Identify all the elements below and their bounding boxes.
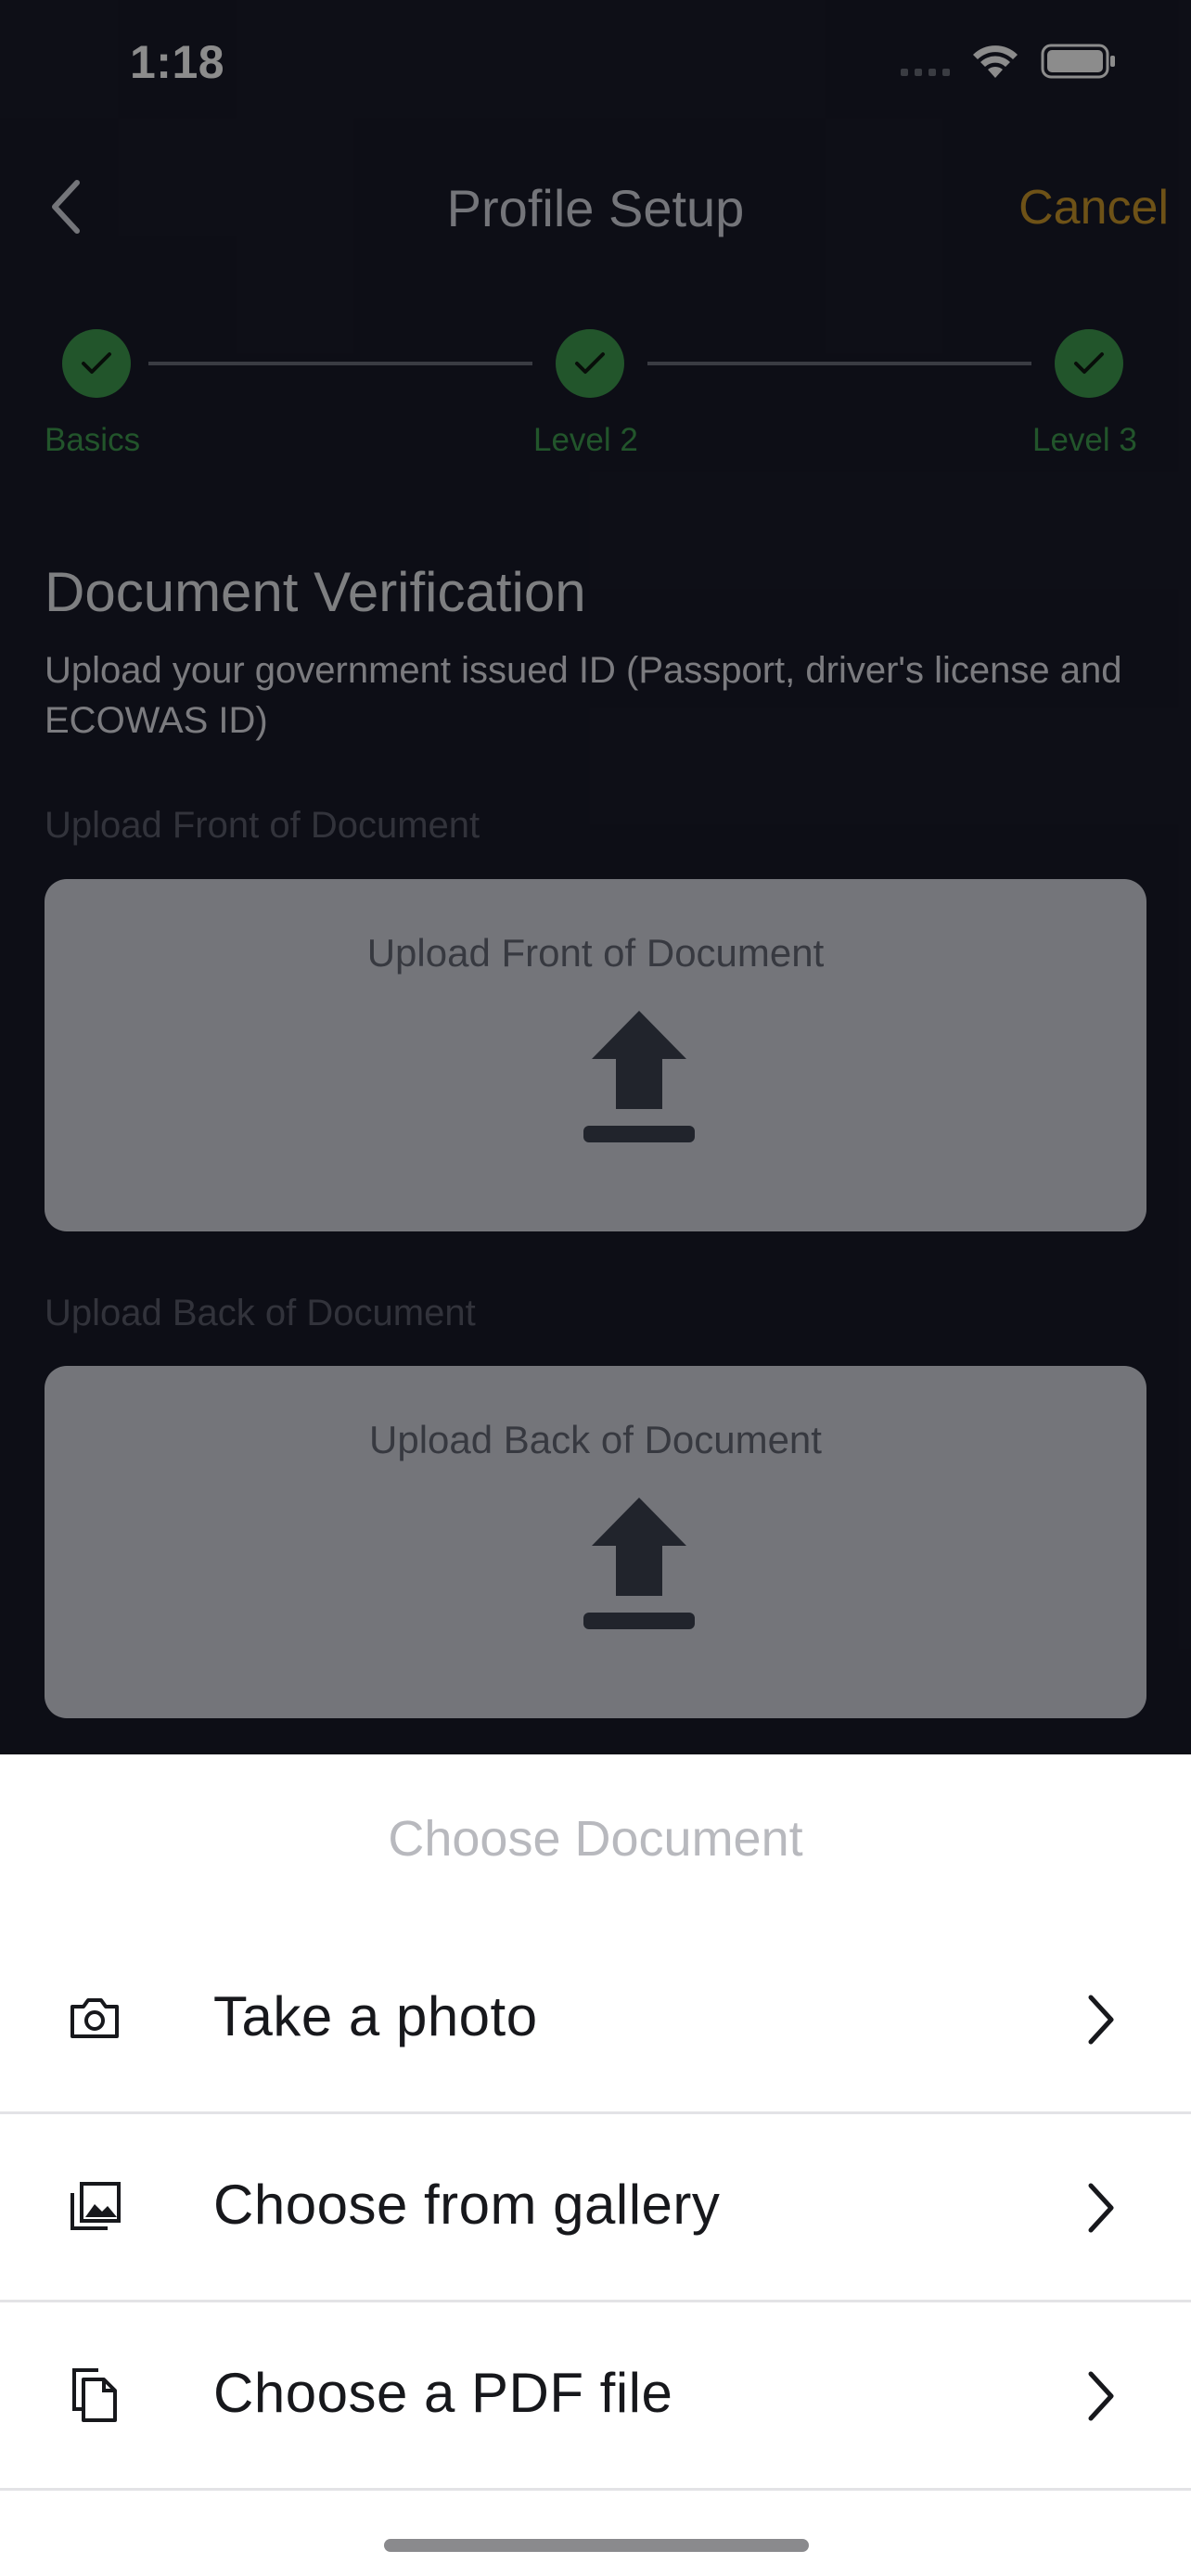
chevron-right-icon xyxy=(1088,1995,1114,2045)
choose-pdf-label: Choose a PDF file xyxy=(213,2362,673,2424)
choose-gallery-label: Choose from gallery xyxy=(213,2174,721,2236)
take-photo-option[interactable]: Take a photo xyxy=(0,1927,1191,2114)
screen: 1:18 Profile Setup Cancel Basics Level 2… xyxy=(0,0,1191,2576)
sheet-title: Choose Document xyxy=(388,1811,803,1867)
chevron-right-icon xyxy=(1088,2371,1114,2421)
camera-icon xyxy=(70,1998,119,2038)
gallery-icon xyxy=(70,2182,121,2230)
choose-gallery-option[interactable]: Choose from gallery xyxy=(0,2115,1191,2302)
home-indicator xyxy=(384,2539,809,2552)
choose-pdf-option[interactable]: Choose a PDF file xyxy=(0,2303,1191,2491)
choose-document-sheet: Choose Document Take a photo Choose from… xyxy=(0,1754,1191,2576)
chevron-right-icon xyxy=(1088,2183,1114,2233)
file-copy-icon xyxy=(72,2368,117,2422)
take-photo-label: Take a photo xyxy=(213,1985,538,2047)
